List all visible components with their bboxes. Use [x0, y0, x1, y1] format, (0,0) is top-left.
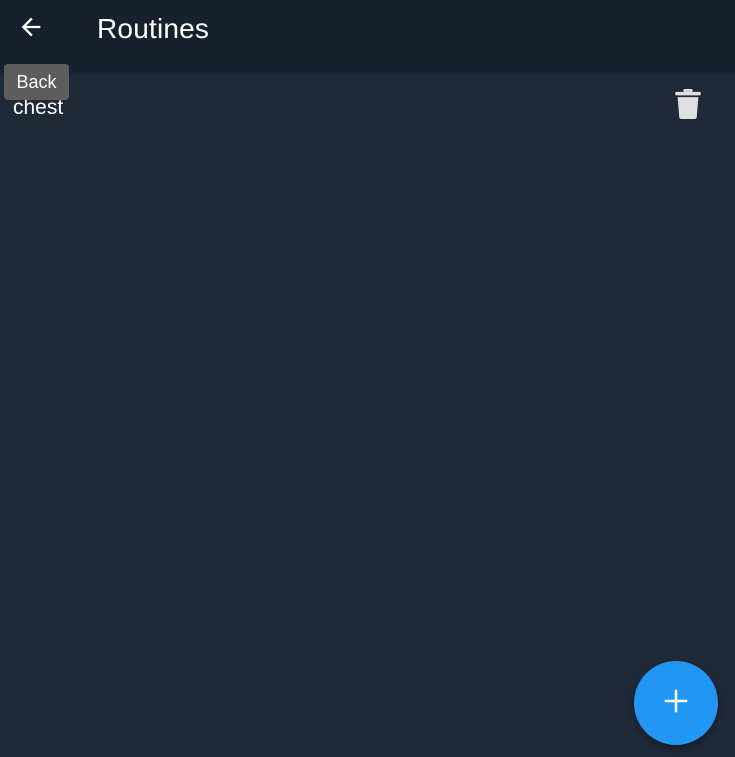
trash-icon — [675, 88, 701, 124]
arrow-left-icon — [17, 13, 45, 46]
plus-icon — [661, 686, 691, 721]
back-button[interactable] — [11, 9, 51, 49]
list-item[interactable]: chest — [0, 71, 735, 141]
add-routine-button[interactable] — [634, 661, 718, 745]
delete-routine-button[interactable] — [668, 86, 708, 126]
back-tooltip: Back — [4, 64, 69, 100]
routines-screen: Routines Back chest — [0, 0, 735, 757]
app-bar: Routines — [0, 0, 735, 71]
routine-list: chest — [0, 71, 735, 141]
page-title: Routines — [97, 13, 210, 44]
